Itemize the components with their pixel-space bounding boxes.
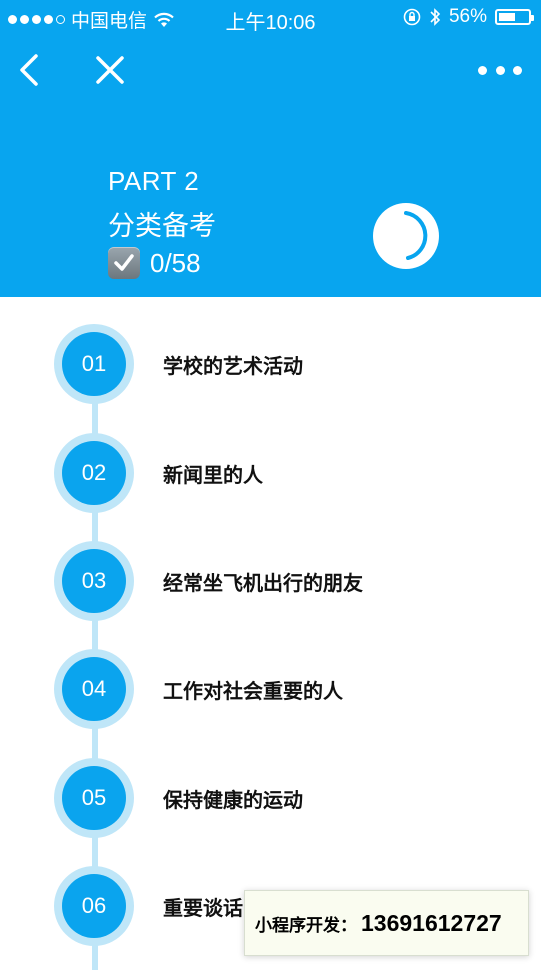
chevron-left-icon [20,54,38,86]
topic-title: 新闻里的人 [163,465,263,487]
topic-number: 06 [62,874,126,938]
promo-banner[interactable]: 小程序开发： 13691612727 [244,890,529,956]
header: 中国电信 上午10:06 56% PART 2 分类备考 0/58 [0,0,541,297]
topic-item[interactable]: 05 保持健康的运动 [0,755,541,841]
topic-item[interactable]: 02 新闻里的人 [0,430,541,516]
bluetooth-icon [430,8,441,26]
progress-ring [373,203,439,269]
promo-label: 小程序开发： [255,915,357,935]
promo-phone: 13691612727 [361,909,502,936]
topic-number: 03 [62,549,126,613]
topic-number-badge: 04 [54,649,134,729]
topic-item[interactable]: 03 经常坐飞机出行的朋友 [0,538,541,624]
topic-number: 01 [62,332,126,396]
topic-number-badge: 06 [54,866,134,946]
topic-title: 经常坐飞机出行的朋友 [163,573,363,595]
progress-row: 0/58 [108,247,201,279]
topic-title: 工作对社会重要的人 [163,681,343,703]
more-button[interactable] [478,58,522,82]
close-button[interactable] [92,52,128,88]
topic-number: 02 [62,441,126,505]
part-label: PART 2 [108,166,200,196]
status-right: 56% [403,6,534,28]
topic-number-badge: 01 [54,324,134,404]
topic-item[interactable]: 01 学校的艺术活动 [0,321,541,407]
topic-title: 学校的艺术活动 [163,356,303,378]
topic-number-badge: 03 [54,541,134,621]
battery-icon [495,9,534,25]
topic-title: 重要谈话 [163,898,243,920]
topic-number: 05 [62,766,126,830]
progress-count: 0/58 [150,247,201,278]
checkbox-icon [108,247,140,279]
page-title: 分类备考 [108,211,216,241]
topic-number-badge: 05 [54,758,134,838]
topic-item[interactable]: 04 工作对社会重要的人 [0,646,541,732]
topic-number: 04 [62,657,126,721]
topic-title: 保持健康的运动 [163,790,303,812]
back-button[interactable] [14,52,46,88]
status-bar: 中国电信 上午10:06 56% [0,0,541,36]
more-dots-icon [478,65,487,75]
close-icon [96,56,124,84]
topic-number-badge: 02 [54,433,134,513]
battery-percent: 56% [448,6,487,27]
rotation-lock-icon [403,8,421,26]
